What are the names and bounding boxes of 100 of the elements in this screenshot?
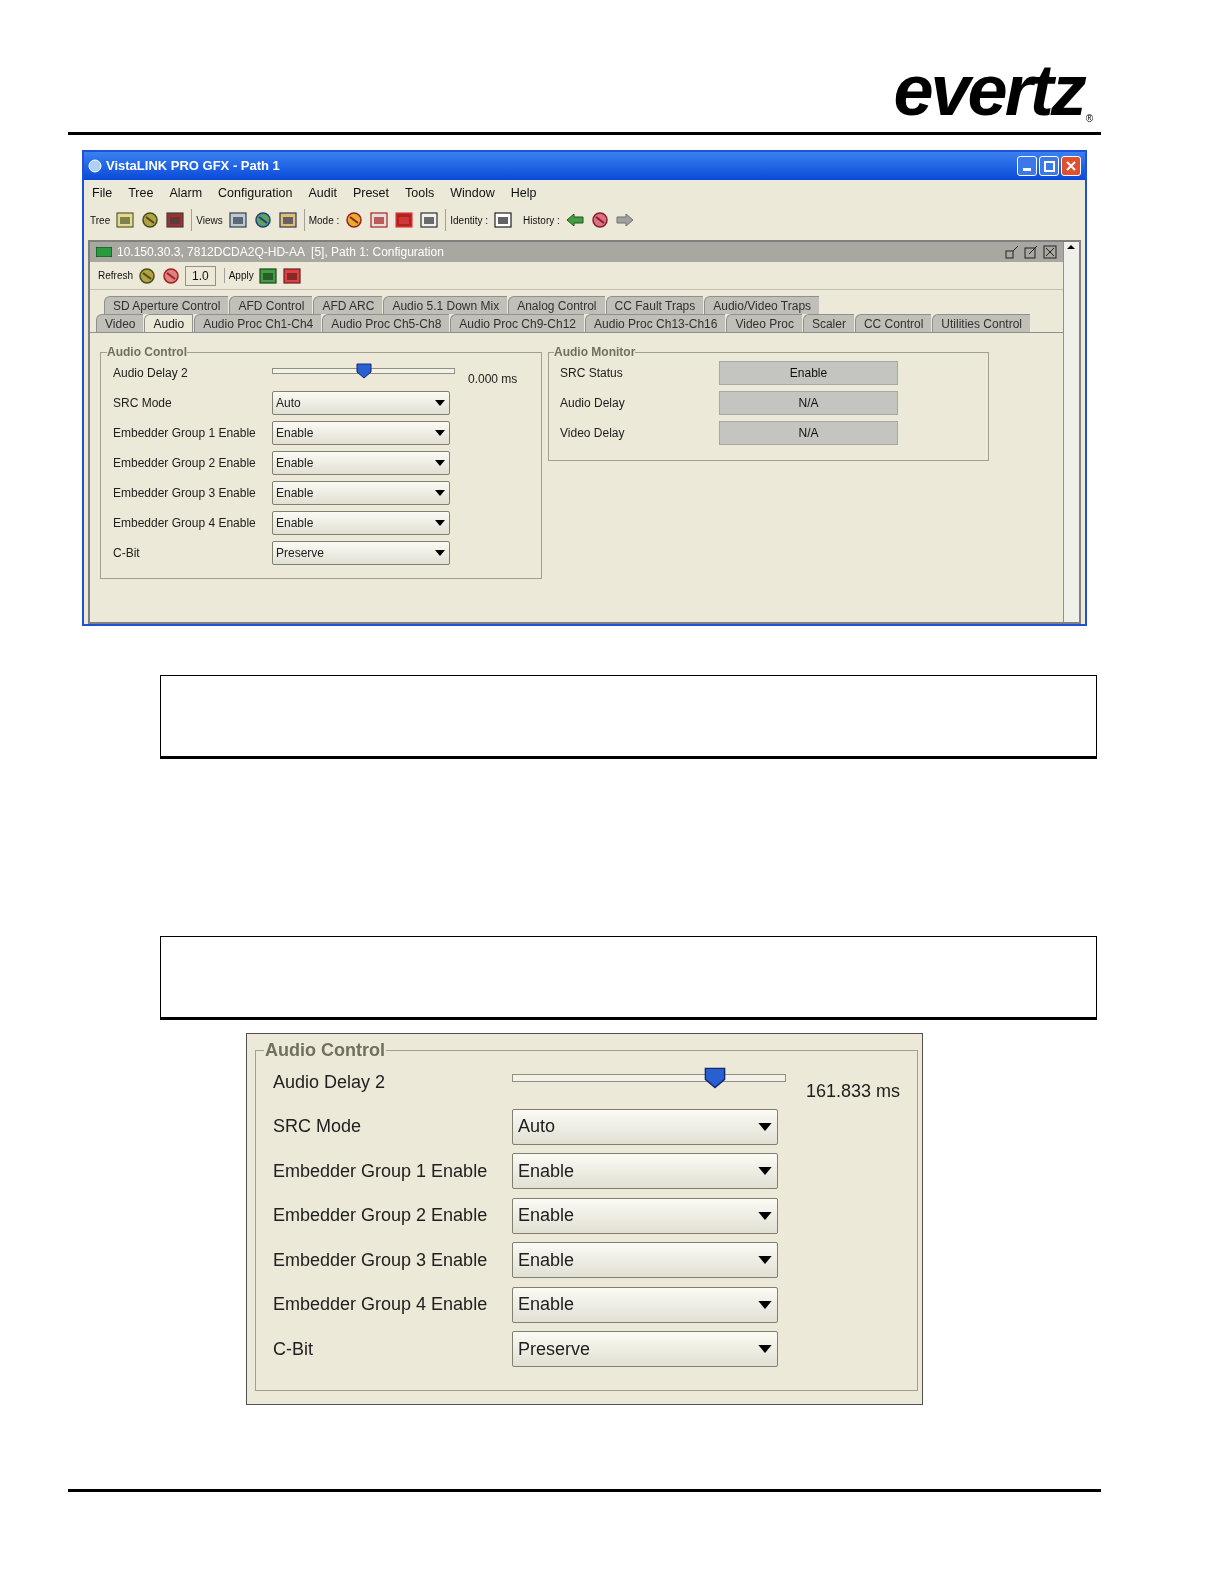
field-label: SRC Mode <box>113 395 173 412</box>
toolbar-label: History : <box>523 213 560 228</box>
field-label: Embedder Group 4 Enable <box>273 1293 489 1316</box>
dropdown[interactable]: Enable <box>512 1153 778 1189</box>
menu-item[interactable]: Configuration <box>218 183 293 203</box>
caret-icon <box>435 460 445 466</box>
refresh-label: Refresh <box>98 269 133 283</box>
field-label: Embedder Group 1 Enable <box>113 425 257 442</box>
menu-item[interactable]: Tree <box>128 183 154 203</box>
window-title: VistaLINK PRO GFX - Path 1 <box>106 157 280 176</box>
group-title: Audio Control <box>107 344 187 361</box>
window-icon[interactable] <box>394 211 415 229</box>
field-label: Embedder Group 1 Enable <box>273 1159 489 1183</box>
dropdown[interactable]: Enable <box>272 451 450 475</box>
dropdown[interactable]: Auto <box>512 1108 778 1145</box>
tab[interactable]: Audio Proc Ch9-Ch12 <box>450 314 585 332</box>
maximize-icon[interactable] <box>1024 245 1038 259</box>
field-label: Video Delay <box>560 425 626 442</box>
close-icon <box>1066 161 1076 171</box>
field-label: SRC Mode <box>273 1115 363 1138</box>
slider-thumb[interactable] <box>355 363 372 379</box>
slider-reading: 161.833 ms <box>806 1079 901 1103</box>
panel-title: 10.150.30.3, 7812DCDA2Q-HD-AA [5], Path 1: Configuration <box>117 244 444 261</box>
tab[interactable]: CC Fault Traps <box>605 296 704 314</box>
menu-item[interactable]: Window <box>450 183 495 203</box>
dropdown[interactable]: Enable <box>512 1242 778 1278</box>
scrollbar[interactable] <box>1063 242 1079 622</box>
toolbar-label: Tree <box>90 213 111 228</box>
app-icon <box>88 159 102 173</box>
tab[interactable]: SD Aperture Control <box>104 296 229 314</box>
toolbar-label: Identity : <box>450 213 489 228</box>
slider[interactable] <box>512 1066 786 1090</box>
status-value: N/A <box>719 391 898 415</box>
field-label: Audio Delay 2 <box>273 1070 387 1094</box>
field-label: Audio Delay <box>560 395 626 412</box>
minimize-icon <box>1023 168 1031 171</box>
tab[interactable]: Audio Proc Ch5-Ch8 <box>322 314 450 332</box>
group-title: Audio Control <box>264 1039 386 1062</box>
apply-label: Apply <box>223 268 254 283</box>
field-label: Audio Delay 2 <box>113 365 189 382</box>
field-label: Embedder Group 4 Enable <box>113 515 257 532</box>
caret-icon <box>435 550 445 556</box>
dropdown[interactable]: Preserve <box>272 541 450 565</box>
menu-item[interactable]: Alarm <box>169 183 203 203</box>
restore-icon[interactable] <box>1005 245 1019 259</box>
caret-icon <box>758 1256 772 1264</box>
tab[interactable]: Utilities Control <box>932 314 1030 332</box>
caret-icon <box>435 430 445 436</box>
dropdown[interactable]: Enable <box>512 1197 778 1234</box>
dropdown[interactable]: Preserve <box>512 1331 778 1367</box>
menu-item[interactable]: File <box>92 183 113 203</box>
group-title: Audio Monitor <box>554 344 636 361</box>
toolbar-label: Views <box>196 213 223 228</box>
maximize-icon <box>1043 160 1055 172</box>
tab[interactable]: Audio <box>144 314 194 332</box>
tab[interactable]: CC Control <box>854 314 932 332</box>
close-button[interactable] <box>1061 156 1081 176</box>
toolbar-label: Mode : <box>308 213 340 228</box>
slider[interactable] <box>272 362 455 380</box>
slider-reading: 0.000 ms <box>468 371 518 388</box>
logo: evertz <box>893 54 1084 126</box>
interval-field[interactable]: 1.0 <box>185 265 216 286</box>
menu-item[interactable]: Preset <box>352 183 390 203</box>
dropdown[interactable]: Auto <box>272 391 450 415</box>
minimize-button[interactable] <box>1017 156 1037 176</box>
menu-item[interactable]: Audit <box>308 183 337 203</box>
tab[interactable]: Audio 5.1 Down Mix <box>383 296 508 314</box>
field-label: Embedder Group 2 Enable <box>113 455 257 472</box>
menu-item[interactable]: Tools <box>405 183 435 203</box>
dropdown[interactable]: Enable <box>272 421 450 445</box>
caret-icon <box>758 1122 772 1131</box>
field-label: Embedder Group 3 Enable <box>273 1248 489 1272</box>
maximize-button[interactable] <box>1039 156 1059 176</box>
menu-item[interactable]: Help <box>510 183 537 203</box>
back-arrow-icon[interactable] <box>564 211 585 229</box>
field-label: Embedder Group 2 Enable <box>273 1204 489 1227</box>
tab[interactable]: Audio/Video Traps <box>704 296 820 314</box>
dropdown[interactable]: Enable <box>272 481 450 505</box>
tab[interactable]: Analog Control <box>508 296 605 314</box>
tab[interactable]: Scaler <box>802 314 854 332</box>
status-value: N/A <box>719 421 898 445</box>
caret-icon <box>435 520 445 526</box>
field-label: Embedder Group 3 Enable <box>113 485 257 502</box>
caret-icon <box>435 490 445 496</box>
tab[interactable]: Audio Proc Ch1-Ch4 <box>194 314 322 332</box>
tab[interactable]: Audio Proc Ch13-Ch16 <box>585 314 726 332</box>
dropdown[interactable]: Enable <box>272 511 450 535</box>
tab[interactable]: Video Proc <box>726 314 802 332</box>
dropdown[interactable]: Enable <box>512 1286 778 1323</box>
field-label: C-Bit <box>113 545 141 562</box>
close-icon[interactable] <box>1043 245 1057 259</box>
tab[interactable]: AFD Control <box>229 296 313 314</box>
window-icon[interactable] <box>369 211 390 229</box>
registered-mark: ® <box>1085 114 1093 124</box>
status-value: Enable <box>719 361 898 385</box>
caret-icon <box>758 1345 772 1353</box>
caret-icon <box>758 1211 772 1220</box>
tab[interactable]: AFD ARC <box>313 296 383 314</box>
slider-thumb[interactable] <box>703 1067 726 1089</box>
tab[interactable]: Video <box>96 314 144 332</box>
